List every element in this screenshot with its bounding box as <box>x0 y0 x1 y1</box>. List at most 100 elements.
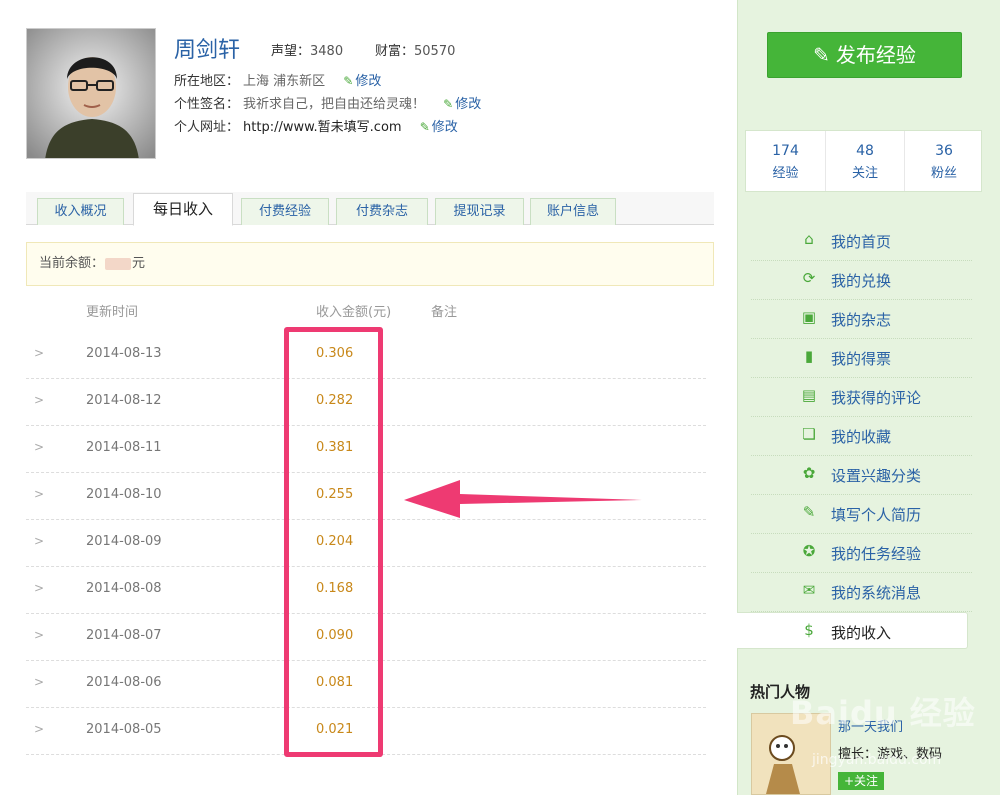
table-row[interactable]: >2014-08-08 0.168 <box>26 567 706 614</box>
expand-arrow-icon[interactable]: > <box>34 722 44 736</box>
row-amount: 0.255 <box>316 487 354 502</box>
profile-name[interactable]: 周剑轩 <box>174 32 240 64</box>
sidebar-menu-item[interactable]: ⌂ 我的首页 <box>751 222 972 261</box>
sidebar-menu-item[interactable]: $ 我的收入 <box>737 612 968 649</box>
edit-doc-icon: ✎ <box>813 43 830 67</box>
expand-arrow-icon[interactable]: > <box>34 440 44 454</box>
sidebar-menu-item[interactable]: ✉ 我的系统消息 <box>751 573 972 612</box>
wealth-value: 50570 <box>414 44 456 59</box>
wealth-label: 财富： <box>375 44 415 59</box>
sidebar-menu-item[interactable]: ▣ 我的杂志 <box>751 300 972 339</box>
count-experience[interactable]: 174 经验 <box>746 131 825 191</box>
count-num: 48 <box>856 143 874 159</box>
tab-paid-magazine[interactable]: 付费杂志 <box>336 198 428 225</box>
avatar[interactable] <box>26 28 156 159</box>
home-icon: ⌂ <box>804 230 814 248</box>
sidebar-menu-item[interactable]: ▮ 我的得票 <box>751 339 972 378</box>
edit-signature-link[interactable]: ✎ 修改 <box>443 97 481 112</box>
magazine-icon: ▣ <box>801 308 817 326</box>
follow-button[interactable]: +关注 <box>838 772 884 790</box>
sidebar-menu-item[interactable]: ✪ 我的任务经验 <box>751 534 972 573</box>
menu-label: 我获得的评论 <box>831 389 922 407</box>
signature-row: 个性签名： 我祈求自己，把自由还给灵魂！ ✎ 修改 <box>174 93 481 112</box>
hot-person-avatar[interactable] <box>751 713 831 795</box>
gear-icon: ✿ <box>802 464 816 482</box>
hot-person-name[interactable]: 那一天我们 <box>838 716 903 735</box>
header-income-amount: 收入金额(元) <box>316 305 392 320</box>
row-date: 2014-08-12 <box>86 393 162 408</box>
menu-label: 我的杂志 <box>831 311 892 329</box>
website-row: 个人网址： http://www.暂未填写.com ✎ 修改 <box>174 116 458 135</box>
tab-paid-experience[interactable]: 付费经验 <box>241 198 329 225</box>
expand-arrow-icon[interactable]: > <box>34 346 44 360</box>
reputation-stat: 声望：3480 <box>271 40 343 59</box>
expand-arrow-icon[interactable]: > <box>34 628 44 642</box>
expand-arrow-icon[interactable]: > <box>34 534 44 548</box>
dollar-icon: $ <box>804 621 814 639</box>
tab-account-info[interactable]: 账户信息 <box>530 198 616 225</box>
expand-arrow-icon[interactable]: > <box>34 393 44 407</box>
hot-people-title: 热门人物 <box>750 683 811 701</box>
expand-arrow-icon[interactable]: > <box>34 487 44 501</box>
row-date: 2014-08-13 <box>86 346 162 361</box>
current-balance: 当前余额： 元 <box>26 242 714 286</box>
sidebar-menu-item[interactable]: ⟳ 我的兑换 <box>751 261 972 300</box>
signature-value: 我祈求自己，把自由还给灵魂！ <box>243 97 426 112</box>
comment-icon: ▤ <box>801 386 817 404</box>
menu-label: 我的收入 <box>831 624 892 642</box>
sidebar-menu-item[interactable]: ❏ 我的收藏 <box>751 417 972 456</box>
menu-label: 填写个人简历 <box>831 506 922 524</box>
table-row[interactable]: >2014-08-06 0.081 <box>26 661 706 708</box>
table-row[interactable]: >2014-08-07 0.090 <box>26 614 706 661</box>
menu-label: 我的得票 <box>831 350 892 368</box>
edit-location-link[interactable]: ✎ 修改 <box>343 74 381 89</box>
count-num: 174 <box>772 143 799 159</box>
main-content: 周剑轩 声望：3480 财富：50570 所在地区： 上海 浦东新区 ✎ 修改 个性… <box>0 0 737 795</box>
website-label: 个人网址： <box>174 120 240 135</box>
resume-icon: ✎ <box>802 503 816 521</box>
row-date: 2014-08-05 <box>86 722 162 737</box>
row-amount: 0.204 <box>316 534 354 549</box>
location-value: 上海 浦东新区 <box>243 74 326 89</box>
tab-withdraw-records[interactable]: 提现记录 <box>435 198 524 225</box>
table-row[interactable]: >2014-08-05 0.021 <box>26 708 706 755</box>
row-date: 2014-08-11 <box>86 440 162 455</box>
count-label: 经验 <box>772 166 799 181</box>
collection-icon: ❏ <box>802 425 816 443</box>
table-row[interactable]: >2014-08-11 0.381 <box>26 426 706 473</box>
sidebar-menu-item[interactable]: ✎ 填写个人简历 <box>751 495 972 534</box>
edit-label: 修改 <box>431 120 458 135</box>
row-date: 2014-08-09 <box>86 534 162 549</box>
pencil-icon: ✎ <box>443 97 454 111</box>
count-num: 36 <box>935 143 953 159</box>
count-label: 粉丝 <box>930 166 957 181</box>
menu-label: 我的首页 <box>831 233 892 251</box>
count-following[interactable]: 48 关注 <box>825 131 904 191</box>
table-row[interactable]: >2014-08-12 0.282 <box>26 379 706 426</box>
edit-website-link[interactable]: ✎ 修改 <box>420 120 458 135</box>
website-value: http://www.暂未填写.com <box>243 120 402 135</box>
row-amount: 0.282 <box>316 393 354 408</box>
count-fans[interactable]: 36 粉丝 <box>904 131 983 191</box>
row-date: 2014-08-07 <box>86 628 162 643</box>
count-label: 关注 <box>851 166 878 181</box>
header-note: 备注 <box>431 305 458 320</box>
tab-daily-income[interactable]: 每日收入 <box>133 193 233 226</box>
menu-label: 设置兴趣分类 <box>831 467 922 485</box>
row-date: 2014-08-08 <box>86 581 162 596</box>
table-row[interactable]: >2014-08-13 0.306 <box>26 332 706 379</box>
publish-label: 发布经验 <box>835 43 916 67</box>
publish-experience-button[interactable]: ✎ 发布经验 <box>767 32 962 78</box>
expand-arrow-icon[interactable]: > <box>34 581 44 595</box>
stats-panel: 174 经验 48 关注 36 粉丝 <box>745 130 982 192</box>
tab-income-overview[interactable]: 收入概况 <box>37 198 124 225</box>
menu-label: 我的任务经验 <box>831 545 922 563</box>
mail-icon: ✉ <box>802 581 816 599</box>
blurred-amount <box>105 257 132 270</box>
row-amount: 0.168 <box>316 581 354 596</box>
sidebar-menu-item[interactable]: ▤ 我获得的评论 <box>751 378 972 417</box>
sidebar-menu-item[interactable]: ✿ 设置兴趣分类 <box>751 456 972 495</box>
expand-arrow-icon[interactable]: > <box>34 675 44 689</box>
row-amount: 0.306 <box>316 346 354 361</box>
menu-label: 我的收藏 <box>831 428 892 446</box>
